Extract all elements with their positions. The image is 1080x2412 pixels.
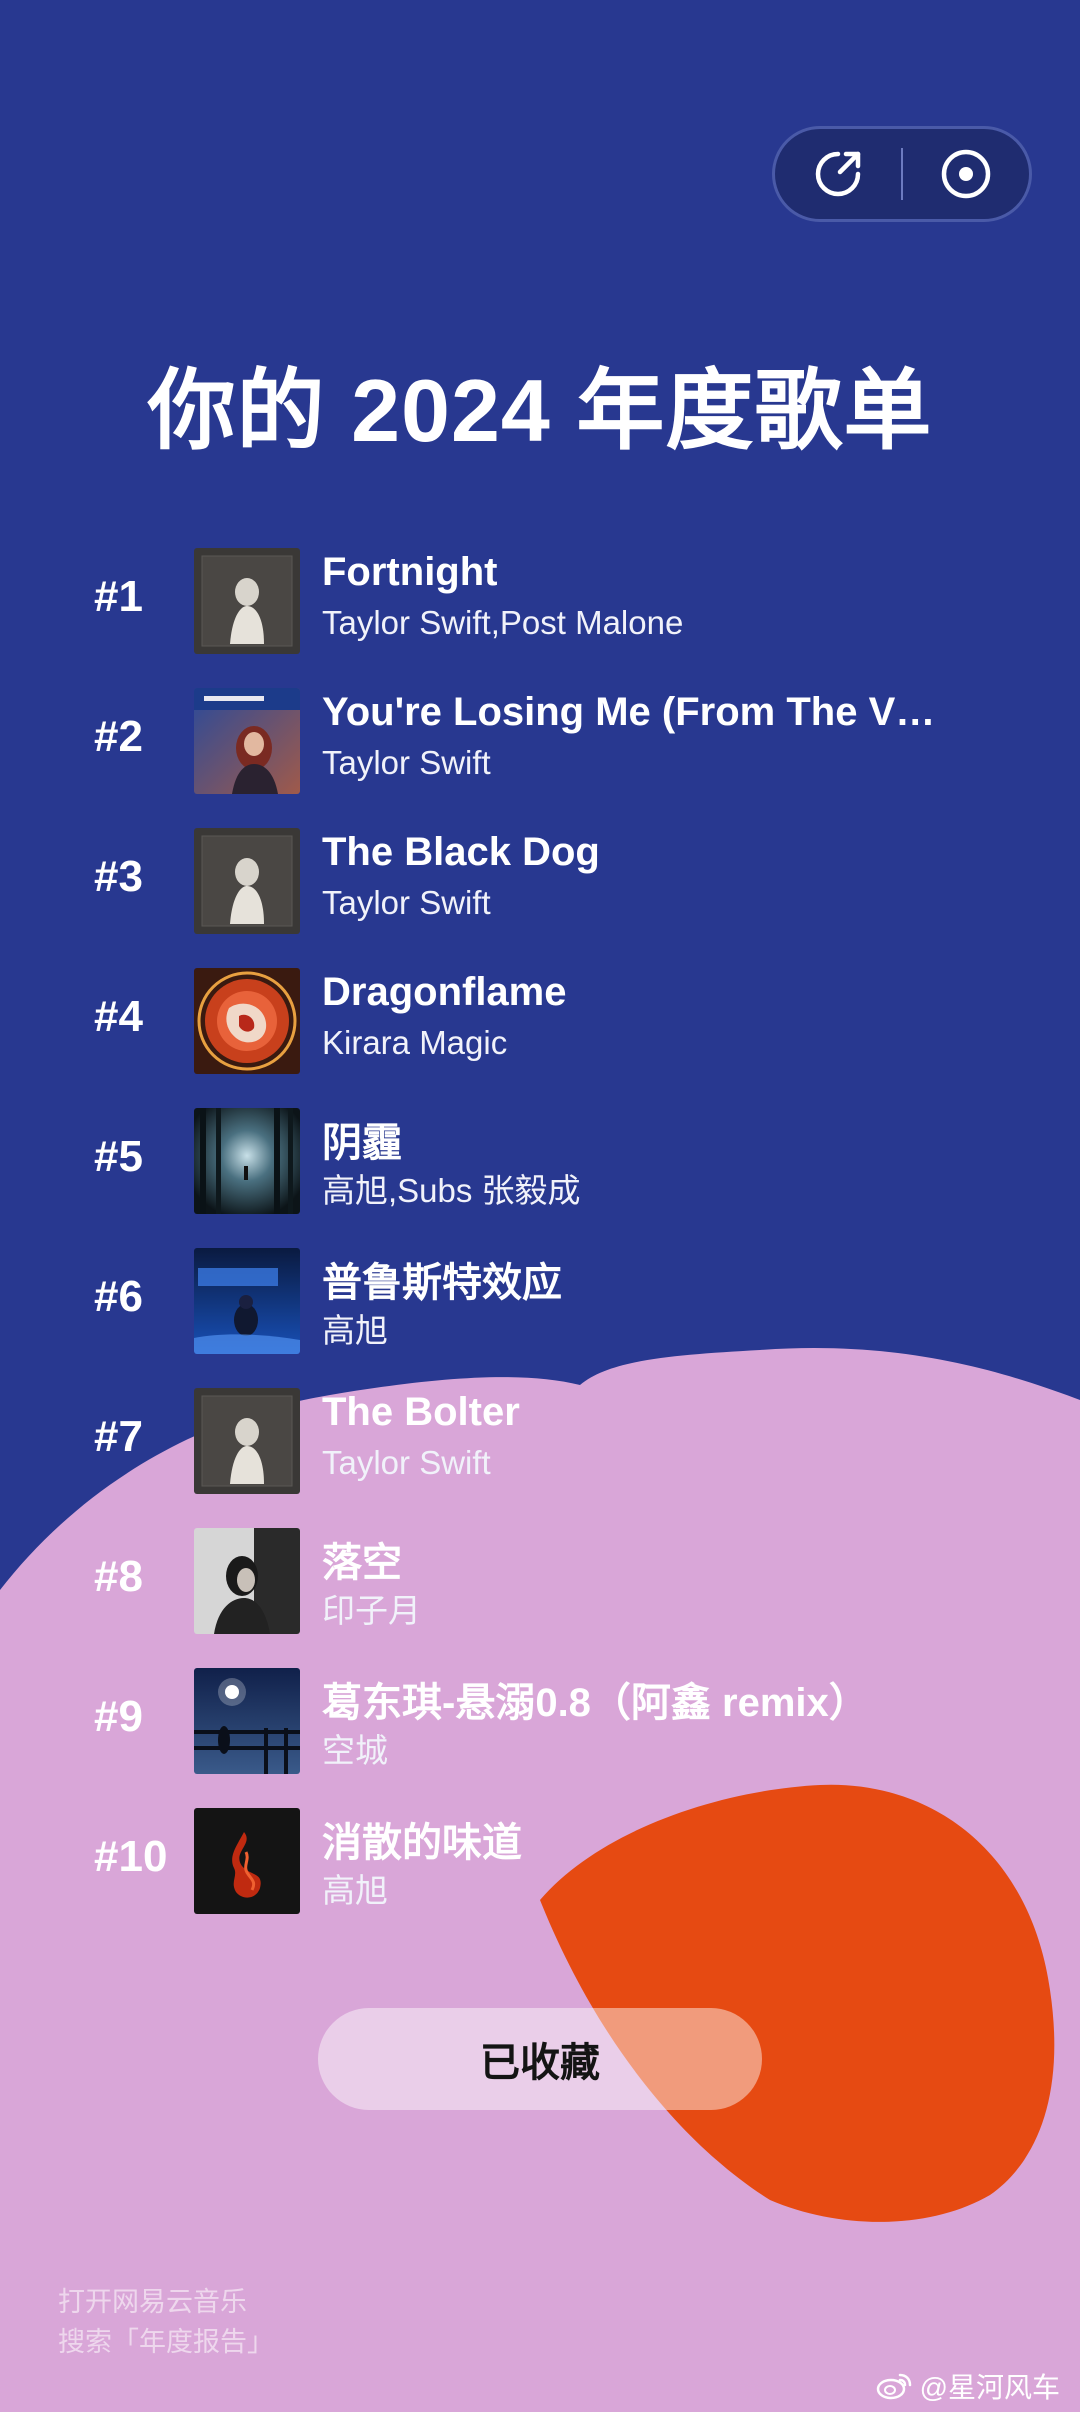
album-cover [194,1808,300,1914]
song-row-10[interactable]: #10 消散的味道 高旭 [0,1808,1080,1914]
album-cover [194,1668,300,1774]
song-rank: #6 [94,1272,143,1321]
hint-line-2: 搜索「年度报告」 [58,2327,274,2357]
weibo-icon [876,2373,911,2400]
album-cover [194,1248,300,1354]
watermark: @星河风车 [876,2366,1060,2406]
share-arrow-icon [815,151,861,197]
page-title: 你的 2024 年度歌单 [147,361,933,460]
song-row-5[interactable]: #5 阴霾 高旭,Subs 张毅成 [0,1108,1080,1214]
song-artist: Taylor Swift [322,744,491,781]
song-rank: #10 [94,1832,168,1881]
song-artist: 高旭 [322,1872,388,1909]
song-title: 阴霾 [322,1121,402,1165]
top-action-pill [772,126,1032,222]
song-title: Fortnight [322,550,498,594]
song-rank: #9 [94,1692,143,1741]
song-artist: 印子月 [322,1592,421,1629]
album-cover [194,828,300,934]
song-row-9[interactable]: #9 葛东琪-悬溺0.8（阿鑫 remix） 空城 [0,1668,1080,1774]
song-row-2[interactable]: #2 You're Losing Me (From The V… Taylor … [0,688,1080,794]
song-rank: #1 [94,572,143,621]
song-artist: 高旭,Subs 张毅成 [322,1172,581,1209]
song-rank: #7 [94,1412,143,1461]
album-cover [194,548,300,654]
hint-line-1: 打开网易云音乐 [58,2287,247,2317]
song-title: 消散的味道 [322,1821,522,1865]
song-row-1[interactable]: #1 Fortnight Taylor Swift,Post Malone [0,548,1080,654]
collected-button[interactable]: 已收藏 [318,2008,762,2110]
song-title: 葛东琪-悬溺0.8（阿鑫 remix） [322,1681,869,1725]
song-artist: Taylor Swift [322,1444,491,1481]
song-row-4[interactable]: #4 Dragonflame Kirara Magic [0,968,1080,1074]
watermark-text: @星河风车 [919,2372,1060,2403]
album-cover [194,968,300,1074]
song-artist: Taylor Swift [322,884,491,921]
song-title: 普鲁斯特效应 [322,1261,562,1305]
album-cover [194,1108,300,1214]
song-rank: #2 [94,712,143,761]
song-rank: #8 [94,1552,143,1601]
record-button[interactable] [903,129,1029,219]
album-cover [194,1528,300,1634]
share-button[interactable] [775,129,901,219]
song-rank: #4 [94,992,143,1041]
album-cover [194,688,300,794]
song-title: The Black Dog [322,830,600,874]
song-title: You're Losing Me (From The V… [322,690,936,734]
song-artist: Taylor Swift,Post Malone [322,604,684,641]
song-title: 落空 [322,1541,402,1585]
album-cover [194,1388,300,1494]
song-rank: #5 [94,1132,143,1181]
song-title: Dragonflame [322,970,567,1014]
song-row-7[interactable]: #7 The Bolter Taylor Swift [0,1388,1080,1494]
vinyl-icon [941,149,991,199]
song-artist: Kirara Magic [322,1024,508,1061]
song-row-3[interactable]: #3 The Black Dog Taylor Swift [0,828,1080,934]
song-artist: 空城 [322,1732,388,1769]
song-rank: #3 [94,852,143,901]
song-row-8[interactable]: #8 落空 印子月 [0,1528,1080,1634]
footer-hint: 打开网易云音乐 搜索「年度报告」 [58,2282,274,2362]
song-artist: 高旭 [322,1312,388,1349]
song-title: The Bolter [322,1390,520,1434]
song-row-6[interactable]: #6 普鲁斯特效应 高旭 [0,1248,1080,1354]
